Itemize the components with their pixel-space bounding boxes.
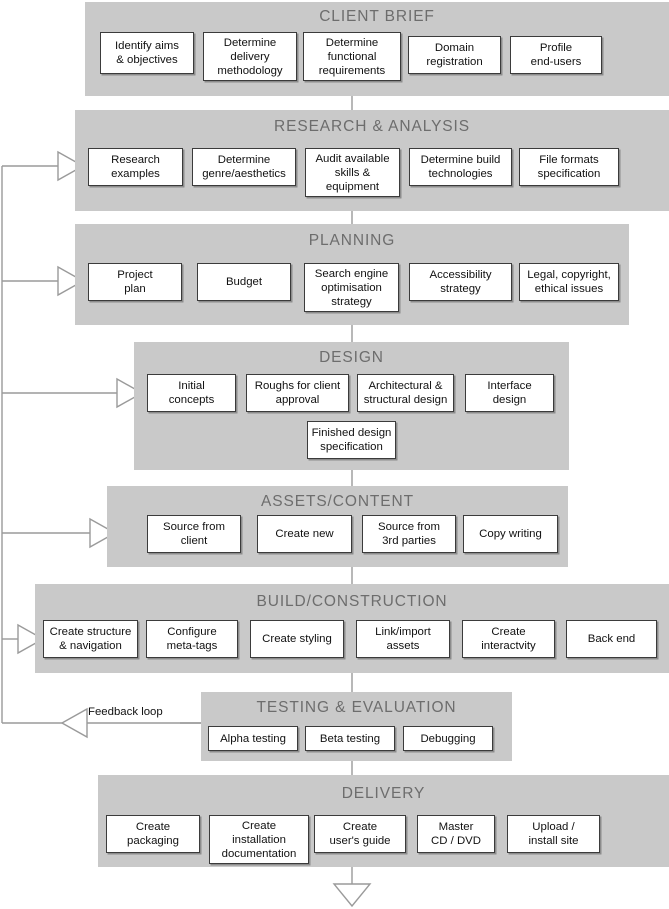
task-label: Domain registration — [426, 42, 483, 68]
stage-title-research-analysis: RESEARCH & ANALYSIS — [274, 118, 470, 135]
task-label: Research examples — [111, 154, 160, 180]
task-label: Source from client — [162, 521, 226, 547]
stage-title-assets-content: ASSETS/CONTENT — [261, 493, 414, 510]
task-box[interactable]: Alpha testing — [208, 726, 298, 751]
task-label: Configure meta-tags — [166, 626, 218, 652]
task-label: Project plan — [117, 269, 153, 295]
task-box[interactable]: File formats specification — [519, 148, 619, 186]
task-box[interactable]: Create user's guide — [314, 815, 406, 853]
task-box[interactable]: Audit available skills & equipment — [305, 148, 400, 197]
task-box[interactable]: Identify aims & objectives — [100, 32, 194, 74]
stage-title-design: DESIGN — [319, 349, 384, 366]
task-box[interactable]: Finished design specification — [307, 421, 396, 459]
task-box[interactable]: Profile end-users — [510, 36, 602, 74]
task-label: Debugging — [420, 732, 476, 745]
task-box[interactable]: Legal, copyright, ethical issues — [519, 263, 619, 301]
task-label: Architectural & structural design — [363, 380, 448, 406]
flowchart-canvas: CLIENT BRIEF Identify aims & objectives Det… — [0, 0, 669, 909]
task-box[interactable]: Project plan — [88, 263, 182, 301]
task-label: Copy writing — [479, 528, 542, 540]
stage-title-client-brief: CLIENT BRIEF — [319, 8, 435, 25]
task-label: Create styling — [262, 633, 332, 645]
task-label: Create structure & navigation — [49, 626, 132, 652]
task-label: Interface design — [487, 380, 532, 406]
task-box[interactable]: Accessibility strategy — [409, 263, 512, 301]
task-label: Determine genre/aesthetics — [202, 154, 286, 180]
task-box[interactable]: Upload / install site — [507, 815, 600, 853]
task-box[interactable]: Configure meta-tags — [146, 620, 238, 658]
task-box[interactable]: Interface design — [465, 374, 554, 412]
task-box[interactable]: Determine build technologies — [409, 148, 512, 186]
task-label: Finished design specification — [311, 427, 392, 453]
arrowhead-feedback-loop — [60, 707, 88, 739]
task-label: Roughs for client approval — [254, 380, 341, 406]
task-label: Beta testing — [319, 732, 381, 745]
task-label: Create packaging — [127, 821, 179, 847]
task-box[interactable]: Debugging — [403, 726, 493, 751]
task-label: Create user's guide — [329, 821, 391, 847]
task-label: Back end — [587, 633, 636, 645]
stage-title-testing-evaluation: TESTING & EVALUATION — [256, 699, 457, 716]
task-label: Initial concepts — [168, 380, 215, 406]
task-label: Create interactvity — [481, 626, 536, 652]
task-label: Legal, copyright, ethical issues — [527, 269, 611, 295]
task-label: File formats specification — [537, 154, 601, 180]
task-label: Source from 3rd parties — [377, 521, 441, 547]
task-box[interactable]: Determine functional requirements — [303, 32, 401, 81]
task-label: Link/import assets — [375, 626, 431, 652]
task-label: Search engine optimisation strategy — [314, 267, 389, 308]
task-label: Accessibility strategy — [429, 269, 492, 295]
task-box[interactable]: Source from 3rd parties — [362, 515, 456, 553]
feedback-loop-label: Feedback loop — [88, 706, 163, 718]
stage-title-planning: PLANNING — [308, 232, 396, 249]
arrowhead-process-end — [332, 883, 372, 908]
task-box[interactable]: Create interactvity — [462, 620, 555, 658]
task-box[interactable]: Domain registration — [408, 36, 501, 74]
task-box[interactable]: Create structure & navigation — [43, 620, 138, 658]
task-label: Identify aims & objectives — [115, 40, 179, 66]
stage-title-build-construction: BUILD/CONSTRUCTION — [256, 593, 448, 610]
task-box[interactable]: Source from client — [147, 515, 241, 553]
task-label: Determine functional requirements — [318, 36, 386, 77]
task-label: Alpha testing — [220, 732, 286, 745]
task-box[interactable]: Determine genre/aesthetics — [192, 148, 296, 186]
task-box[interactable]: Copy writing — [463, 515, 558, 553]
task-box[interactable]: Beta testing — [305, 726, 395, 751]
task-label: Budget — [225, 276, 263, 288]
task-box[interactable]: Create new — [257, 515, 352, 553]
stage-title-delivery: DELIVERY — [341, 785, 426, 802]
task-box[interactable]: Create styling — [250, 620, 344, 658]
task-label: Create new — [275, 528, 334, 540]
task-box[interactable]: Budget — [197, 263, 291, 301]
task-label: Master CD / DVD — [431, 821, 481, 847]
task-box[interactable]: Master CD / DVD — [417, 815, 495, 853]
task-label: Upload / install site — [528, 821, 579, 847]
task-box[interactable]: Create installation documentation — [209, 815, 309, 864]
task-box[interactable]: Link/import assets — [356, 620, 450, 658]
task-label: Profile end-users — [530, 42, 582, 68]
task-label: Determine delivery methodology — [217, 36, 283, 77]
task-box[interactable]: Initial concepts — [147, 374, 236, 412]
task-box[interactable]: Architectural & structural design — [357, 374, 454, 412]
task-box[interactable]: Roughs for client approval — [246, 374, 349, 412]
task-label: Determine build technologies — [420, 154, 501, 180]
task-box[interactable]: Back end — [566, 620, 657, 658]
task-box[interactable]: Create packaging — [106, 815, 200, 853]
task-label: Audit available skills & equipment — [315, 152, 390, 193]
task-label: Create installation documentation — [221, 819, 297, 860]
task-box[interactable]: Research examples — [88, 148, 183, 186]
task-box[interactable]: Determine delivery methodology — [203, 32, 297, 81]
task-box[interactable]: Search engine optimisation strategy — [304, 263, 399, 312]
